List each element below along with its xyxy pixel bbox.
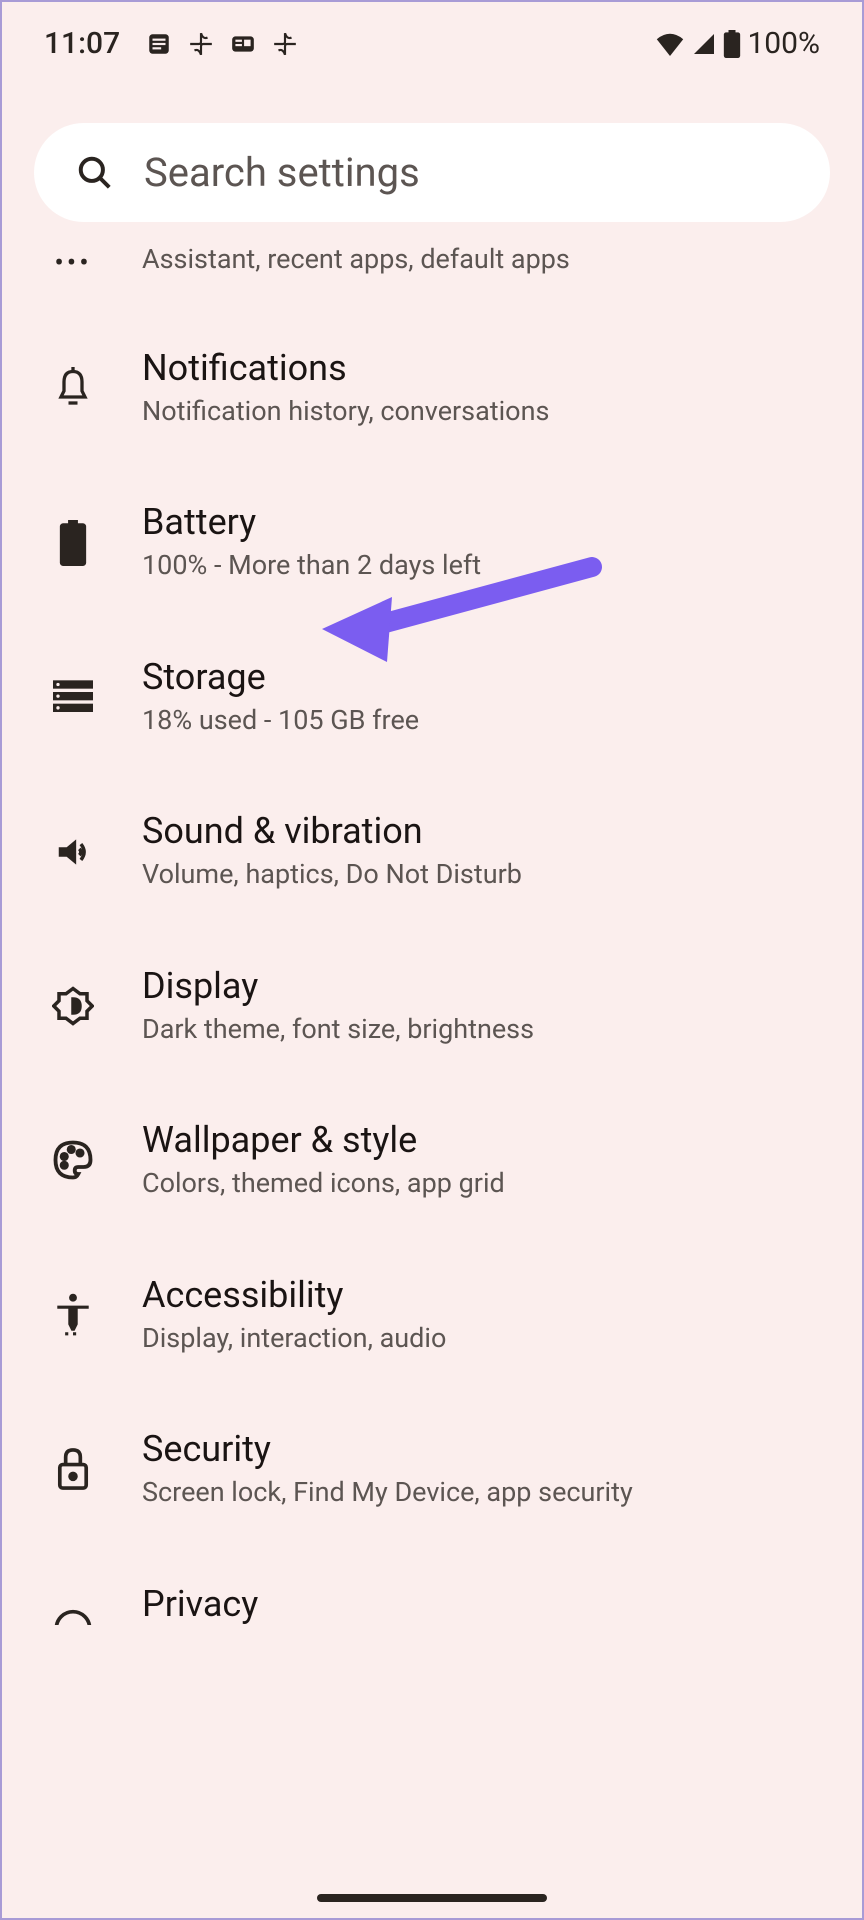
item-title: Wallpaper & style — [142, 1119, 505, 1161]
search-bar[interactable]: Search settings — [34, 123, 830, 222]
item-title: Accessibility — [142, 1274, 446, 1316]
status-time: 11:07 — [44, 26, 120, 61]
search-icon — [76, 154, 114, 192]
search-placeholder: Search settings — [144, 149, 420, 196]
item-subtitle: Display, interaction, audio — [142, 1320, 446, 1356]
volume-icon — [42, 833, 104, 871]
wifi-icon — [655, 32, 685, 56]
signal-icon — [691, 32, 717, 56]
item-title: Privacy — [142, 1583, 258, 1625]
item-subtitle: 100% - More than 2 days left — [142, 547, 481, 583]
navigation-handle[interactable] — [317, 1894, 547, 1902]
status-right: 100% — [655, 26, 820, 61]
item-title: Battery — [142, 501, 481, 543]
item-title: Storage — [142, 656, 419, 698]
item-title: Notifications — [142, 347, 549, 389]
accessibility-icon — [42, 1293, 104, 1337]
setting-item-notifications[interactable]: Notifications Notification history, conv… — [42, 311, 822, 465]
bell-icon — [42, 367, 104, 409]
item-subtitle: Notification history, conversations — [142, 393, 549, 429]
item-title: Security — [142, 1428, 633, 1470]
setting-item-privacy[interactable]: Privacy — [42, 1547, 822, 1625]
news-icon — [230, 31, 256, 57]
setting-item-storage[interactable]: Storage 18% used - 105 GB free — [42, 620, 822, 774]
message-icon — [146, 31, 172, 57]
setting-item-wallpaper[interactable]: Wallpaper & style Colors, themed icons, … — [42, 1083, 822, 1237]
item-title: Display — [142, 965, 534, 1007]
setting-item-security[interactable]: Security Screen lock, Find My Device, ap… — [42, 1392, 822, 1546]
item-title: Sound & vibration — [142, 810, 522, 852]
item-subtitle: Dark theme, font size, brightness — [142, 1011, 534, 1047]
palette-icon — [42, 1139, 104, 1181]
status-bar: 11:07 100% — [2, 2, 862, 71]
status-left: 11:07 — [44, 26, 298, 61]
setting-item-battery[interactable]: Battery 100% - More than 2 days left — [42, 465, 822, 619]
battery-status-icon — [723, 30, 741, 58]
battery-icon — [42, 520, 104, 566]
storage-icon — [42, 680, 104, 714]
fan-icon — [188, 31, 214, 57]
brightness-icon — [42, 985, 104, 1027]
item-subtitle: 18% used - 105 GB free — [142, 702, 419, 738]
item-subtitle: Assistant, recent apps, default apps — [142, 242, 570, 277]
settings-list: ••• Assistant, recent apps, default apps… — [2, 230, 862, 1625]
setting-item-apps-partial[interactable]: ••• Assistant, recent apps, default apps — [42, 230, 822, 311]
item-subtitle: Volume, haptics, Do Not Disturb — [142, 856, 522, 892]
item-subtitle: Colors, themed icons, app grid — [142, 1165, 505, 1201]
battery-percentage: 100% — [747, 26, 820, 61]
setting-item-sound[interactable]: Sound & vibration Volume, haptics, Do No… — [42, 774, 822, 928]
setting-item-display[interactable]: Display Dark theme, font size, brightnes… — [42, 929, 822, 1083]
fan-icon-2 — [272, 31, 298, 57]
setting-item-accessibility[interactable]: Accessibility Display, interaction, audi… — [42, 1238, 822, 1392]
lock-icon — [42, 1447, 104, 1491]
item-subtitle: Screen lock, Find My Device, app securit… — [142, 1474, 633, 1510]
ellipsis-icon: ••• — [42, 242, 104, 279]
privacy-icon — [42, 1605, 104, 1625]
